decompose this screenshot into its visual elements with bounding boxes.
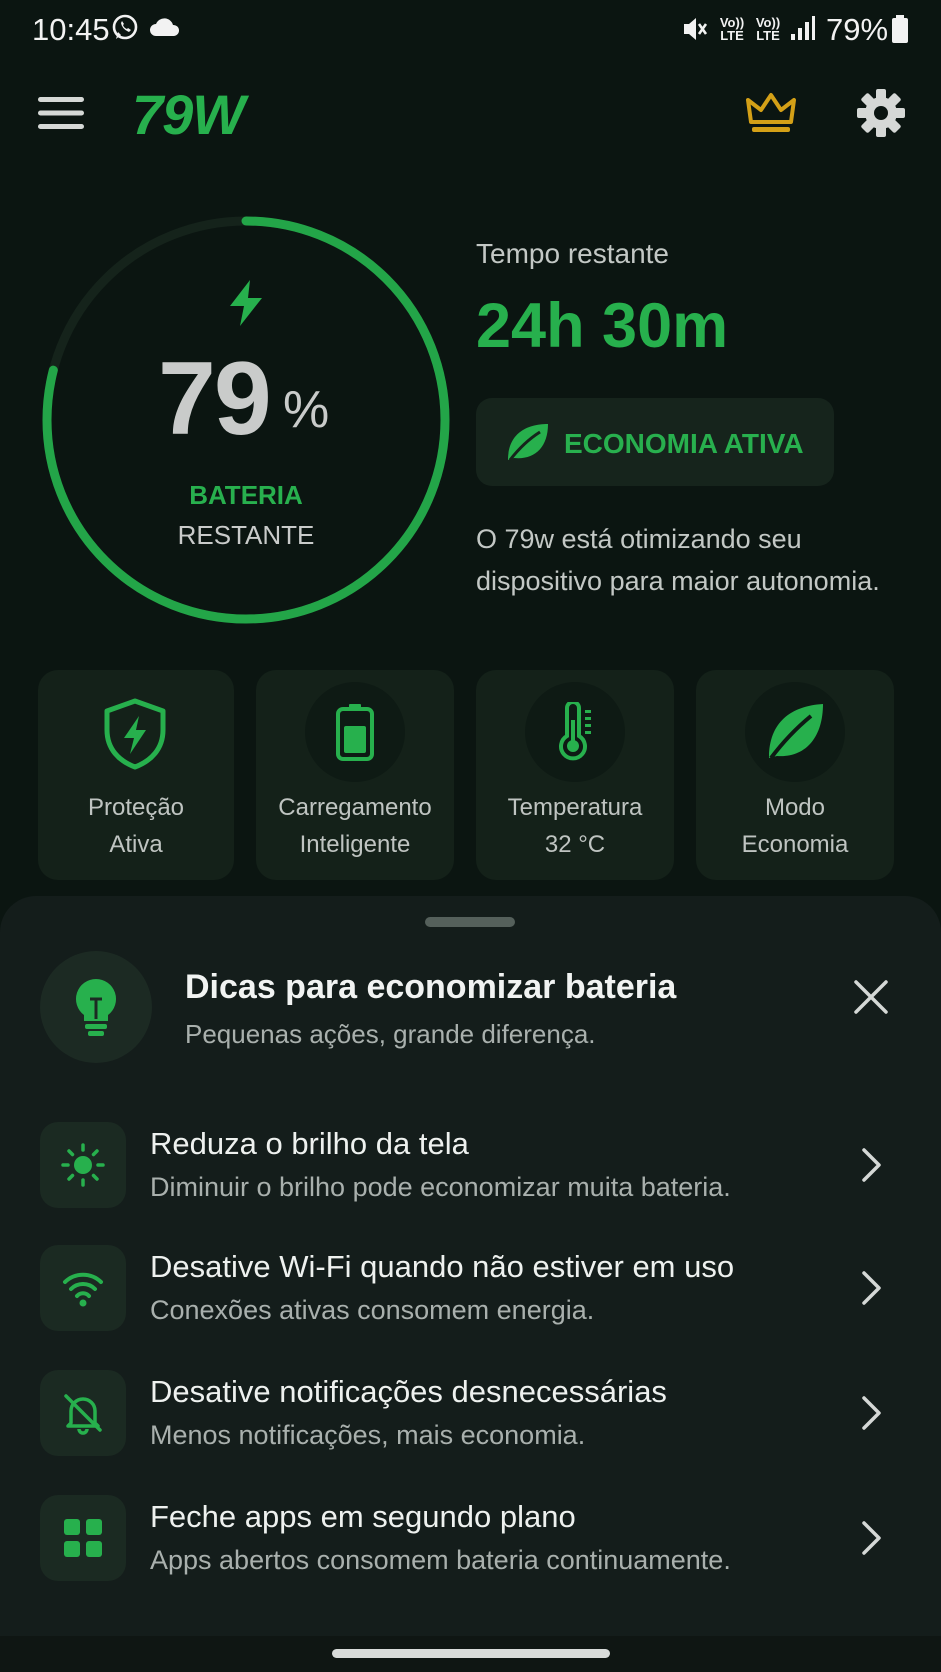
tip-description: Menos notificações, mais economia. bbox=[150, 1420, 586, 1450]
mute-icon bbox=[684, 18, 708, 40]
battery-label-primary: BATERIA bbox=[189, 480, 303, 510]
tips-title: Dicas para economizar bateria bbox=[185, 968, 677, 1006]
optimization-info-text: O 79w está otimizando seu dispositivo pa… bbox=[476, 524, 880, 596]
feature-label-line1: Temperatura bbox=[507, 794, 643, 821]
tip-title: Reduza o brilho da tela bbox=[150, 1126, 469, 1161]
bell-off-icon bbox=[64, 1394, 102, 1435]
whatsapp-icon bbox=[112, 14, 138, 40]
sheet-drag-handle[interactable] bbox=[425, 917, 515, 927]
tip-title: Desative notificações desnecessárias bbox=[150, 1374, 667, 1409]
tip-description: Conexões ativas consomem energia. bbox=[150, 1295, 595, 1325]
feature-label-line2: Ativa bbox=[109, 831, 163, 858]
volte-icon: Vo)) LTE bbox=[755, 15, 781, 43]
brightness-icon bbox=[61, 1143, 105, 1187]
close-icon[interactable] bbox=[852, 978, 890, 1016]
lightning-icon bbox=[230, 280, 262, 326]
time-left-label: Tempo restante bbox=[476, 238, 669, 269]
feature-label-line2: Economia bbox=[741, 831, 849, 858]
gear-icon[interactable] bbox=[856, 88, 906, 138]
leaf-icon bbox=[508, 424, 548, 461]
tip-icon-box bbox=[40, 1245, 126, 1331]
volte-icon: Vo)) LTE bbox=[719, 15, 745, 43]
feature-label-line1: Modo bbox=[764, 794, 826, 821]
time-left-value: 24h 30m bbox=[476, 291, 729, 361]
feature-card-smart-charging[interactable]: Carregamento Inteligente bbox=[256, 670, 454, 880]
battery-percent-sign: % bbox=[283, 381, 330, 439]
feature-label-line1: Carregamento bbox=[278, 794, 432, 821]
tip-icon-box bbox=[40, 1122, 126, 1208]
feature-card-protection[interactable]: Proteção Ativa bbox=[38, 670, 234, 880]
feature-label-line2: Inteligente bbox=[299, 831, 411, 858]
status-time: 10:45 bbox=[32, 12, 110, 47]
battery-label-secondary: RESTANTE bbox=[177, 520, 315, 550]
lightbulb-icon bbox=[76, 979, 116, 1036]
battery-icon bbox=[336, 704, 374, 761]
battery-icon bbox=[892, 15, 908, 43]
tip-description: Diminuir o brilho pode economizar muita … bbox=[150, 1172, 731, 1202]
feature-label-line2: 32 °C bbox=[544, 831, 606, 858]
crown-icon[interactable] bbox=[745, 92, 797, 136]
feature-card-eco-mode[interactable]: Modo Economia bbox=[696, 670, 894, 880]
leaf-icon bbox=[769, 704, 823, 760]
brand-title: 79W bbox=[132, 83, 245, 146]
home-indicator[interactable] bbox=[332, 1649, 610, 1658]
tips-subtitle: Pequenas ações, grande diferença. bbox=[185, 1019, 596, 1049]
tip-item-wifi[interactable]: Desative Wi-Fi quando não estiver em uso… bbox=[0, 1245, 941, 1355]
battery-percent-value: 79 bbox=[158, 341, 272, 457]
tip-item-notifications[interactable]: Desative notificações desnecessárias Men… bbox=[0, 1370, 941, 1480]
tip-title: Feche apps em segundo plano bbox=[150, 1499, 576, 1534]
tip-title: Desative Wi-Fi quando não estiver em uso bbox=[150, 1249, 735, 1284]
feature-card-temperature[interactable]: Temperatura 32 °C bbox=[476, 670, 674, 880]
thermometer-icon bbox=[559, 702, 591, 761]
tip-icon-box bbox=[40, 1370, 126, 1456]
chevron-right-icon bbox=[862, 1148, 881, 1182]
feature-label-line1: Proteção bbox=[87, 794, 185, 821]
signal-icon bbox=[791, 16, 815, 40]
tip-item-brightness[interactable]: Reduza o brilho da tela Diminuir o brilh… bbox=[0, 1122, 941, 1232]
chevron-right-icon bbox=[862, 1271, 881, 1305]
feature-icon-circle bbox=[525, 682, 625, 782]
eco-mode-label: ECONOMIA ATIVA bbox=[564, 428, 804, 459]
apps-grid-icon bbox=[64, 1519, 102, 1557]
eco-mode-badge[interactable]: ECONOMIA ATIVA bbox=[476, 398, 834, 486]
tips-icon-circle bbox=[40, 951, 152, 1063]
tip-icon-box bbox=[40, 1495, 126, 1581]
menu-icon[interactable] bbox=[38, 95, 84, 131]
chevron-right-icon bbox=[862, 1396, 881, 1430]
feature-icon-circle bbox=[745, 682, 845, 782]
cloud-icon bbox=[150, 18, 180, 36]
shield-bolt-icon bbox=[104, 698, 166, 770]
feature-icon-circle bbox=[305, 682, 405, 782]
wifi-icon bbox=[63, 1272, 103, 1307]
chevron-right-icon bbox=[862, 1521, 881, 1555]
tip-item-background-apps[interactable]: Feche apps em segundo plano Apps abertos… bbox=[0, 1495, 941, 1605]
tip-description: Apps abertos consomem bateria continuame… bbox=[150, 1545, 731, 1575]
status-battery-percent: 79% bbox=[826, 12, 889, 47]
